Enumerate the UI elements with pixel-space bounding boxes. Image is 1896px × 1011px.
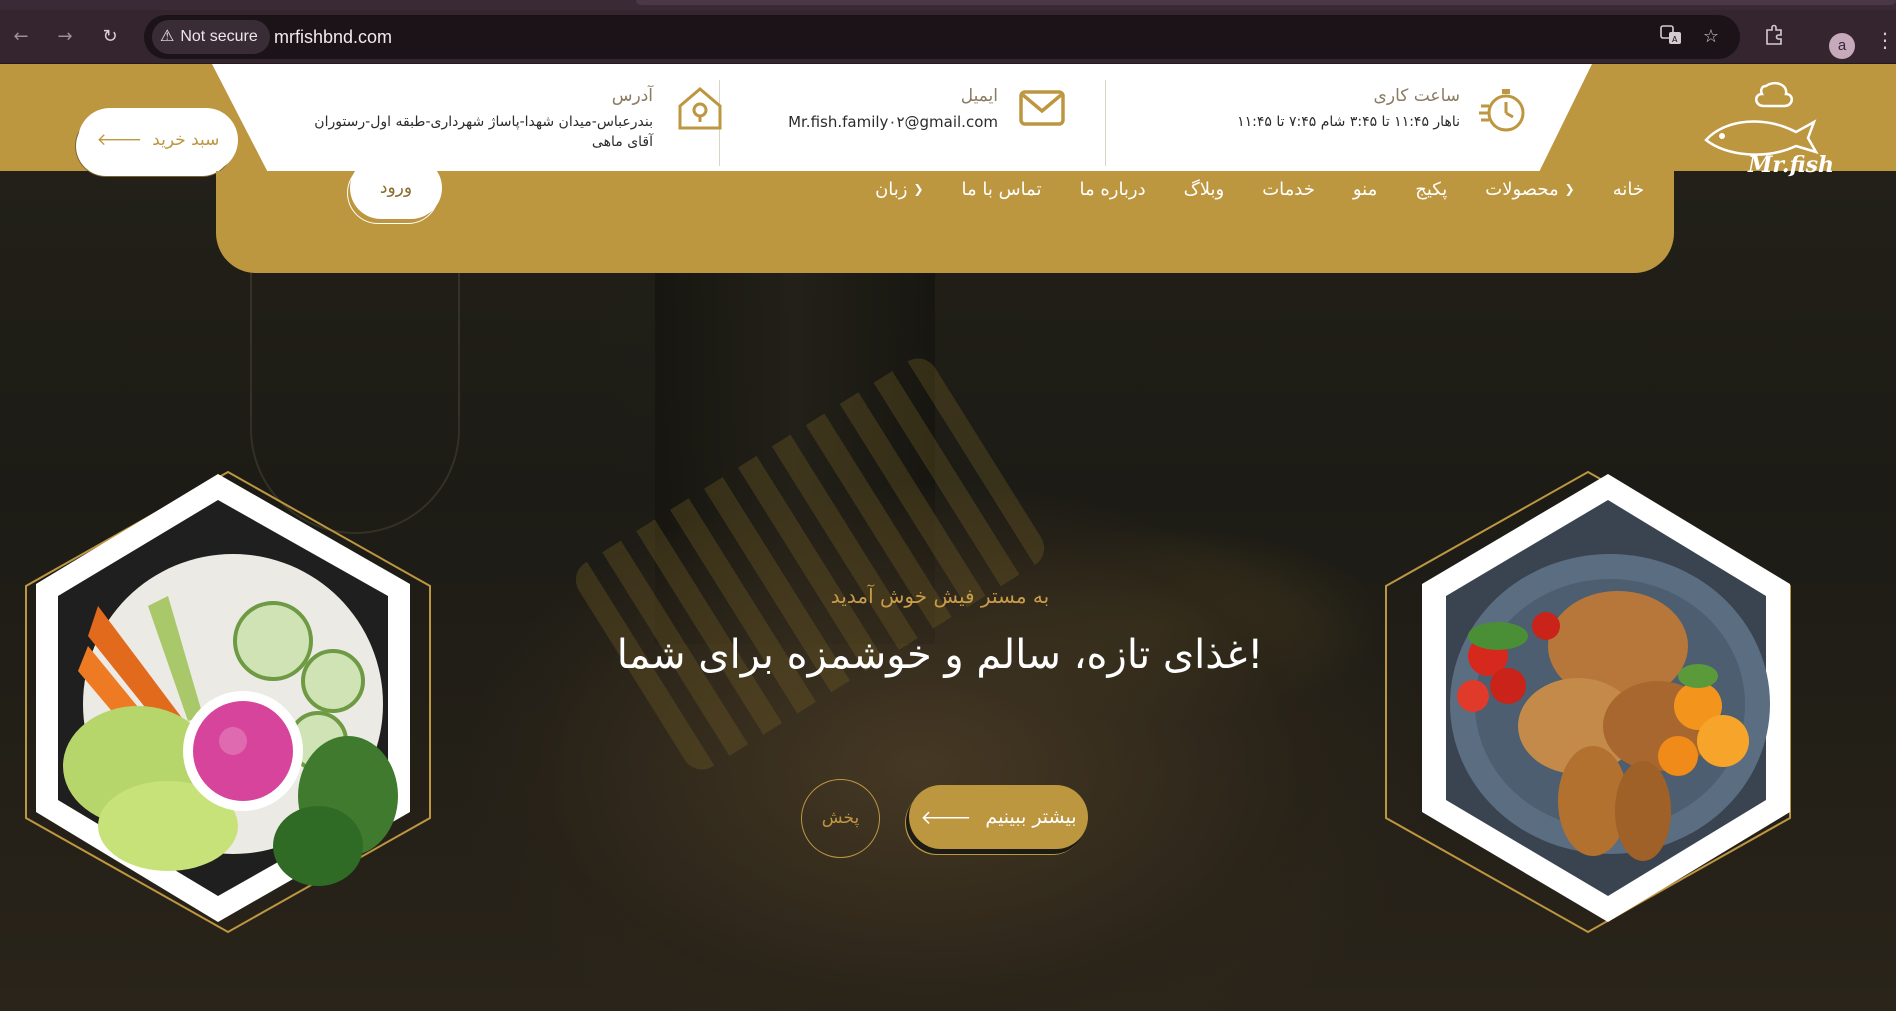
nav-item-products[interactable]: محصولات ❯ xyxy=(1485,179,1574,200)
cart-button[interactable]: 🡐 سبد خرید xyxy=(78,108,238,172)
hero-text-block: به مستر فیش خوش آمدید غذای تازه، سالم و … xyxy=(520,584,1360,678)
nav-item-blog[interactable]: وبلاگ xyxy=(1184,179,1225,200)
back-button[interactable]: ← xyxy=(8,24,34,50)
email-block: ایمیل Mr.fish.family۰۲@gmail.com xyxy=(752,72,1092,164)
translate-icon[interactable]: A xyxy=(1658,24,1684,50)
mrfish-logo[interactable]: Mr.fish xyxy=(1696,80,1836,180)
email-title: ایمیل xyxy=(960,86,998,106)
nav-item-language[interactable]: زبان ❯ xyxy=(875,179,923,200)
hexagon-image-left xyxy=(18,466,438,936)
nav-menu: خانه محصولات ❯ پکیج منو خدمات وبلاگ دربار… xyxy=(875,171,1644,207)
play-button[interactable]: پخش xyxy=(801,779,880,858)
active-tab-edge[interactable] xyxy=(636,0,1896,5)
main-navbar: خانه محصولات ❯ پکیج منو خدمات وبلاگ دربار… xyxy=(216,157,1674,273)
website-page: ساعت کاری ناهار ۱۱:۴۵ تا ۳:۴۵ شام ۷:۴۵ ت… xyxy=(0,64,1896,1011)
logo-text: Mr.fish xyxy=(1747,152,1834,178)
contact-info-panel: ساعت کاری ناهار ۱۱:۴۵ تا ۳:۴۵ شام ۷:۴۵ ت… xyxy=(212,64,1592,171)
address-bar[interactable]: ⚠ Not secure mrfishbnd.com A ☆ xyxy=(144,15,1740,59)
nav-item-contact[interactable]: تماس با ما xyxy=(962,179,1042,200)
profile-avatar[interactable]: a xyxy=(1829,33,1855,59)
chevron-down-icon: ❯ xyxy=(1564,182,1575,196)
hero-headline: غذای تازه، سالم و خوشمزه برای شما! xyxy=(616,632,1264,678)
address-text: بندرعباس-میدان شهدا-پاساژ شهرداری-طبقه ا… xyxy=(314,114,653,150)
nav-label: درباره ما xyxy=(1079,178,1146,200)
hours-text: ناهار ۱۱:۴۵ تا ۳:۴۵ شام ۷:۴۵ تا ۱۱:۴۵ xyxy=(1237,114,1460,130)
chevron-down-icon: ❯ xyxy=(913,182,924,196)
tab-strip xyxy=(0,0,1896,10)
home-location-icon xyxy=(672,84,728,140)
security-chip[interactable]: ⚠ Not secure xyxy=(152,20,270,54)
info-divider xyxy=(1105,80,1106,166)
nav-item-menu[interactable]: منو xyxy=(1353,179,1377,200)
working-hours-block: ساعت کاری ناهار ۱۱:۴۵ تا ۳:۴۵ شام ۷:۴۵ ت… xyxy=(1212,72,1532,164)
address-title: آدرس xyxy=(611,86,653,106)
stopwatch-icon xyxy=(1476,84,1532,140)
browser-toolbar: ← → ↻ ⚠ Not secure mrfishbnd.com A ☆ a ⋮ xyxy=(0,10,1896,64)
envelope-icon xyxy=(1014,84,1070,140)
forward-button[interactable]: → xyxy=(52,24,78,50)
svg-text:A: A xyxy=(1672,35,1678,44)
address-block: آدرس بندرعباس-میدان شهدا-پاساژ شهرداری-ط… xyxy=(248,72,722,164)
nav-item-package[interactable]: پکیج xyxy=(1415,179,1447,200)
login-button[interactable]: ورود xyxy=(350,157,442,219)
nav-label: وبلاگ xyxy=(1183,178,1225,200)
hours-title: ساعت کاری xyxy=(1373,86,1460,106)
hexagon-image-right xyxy=(1378,466,1798,936)
arrow-left-icon: 🡐 xyxy=(96,130,143,150)
nav-label: خدمات xyxy=(1262,178,1315,200)
arrow-left-icon: 🡐 xyxy=(920,806,972,829)
nav-label: منو xyxy=(1352,178,1378,200)
nav-item-about[interactable]: درباره ما xyxy=(1079,179,1145,200)
welcome-text: به مستر فیش خوش آمدید xyxy=(830,584,1050,608)
see-more-label: بیشتر ببینیم xyxy=(985,806,1077,828)
email-text[interactable]: Mr.fish.family۰۲@gmail.com xyxy=(788,112,998,132)
nav-label: تماس با ما xyxy=(961,178,1042,200)
cart-label: سبد خرید xyxy=(152,130,220,150)
warning-icon: ⚠ xyxy=(160,28,175,45)
nav-item-home[interactable]: خانه xyxy=(1613,179,1644,200)
header-topbar: ساعت کاری ناهار ۱۱:۴۵ تا ۳:۴۵ شام ۷:۴۵ ت… xyxy=(0,64,1896,178)
security-label: Not secure xyxy=(180,28,258,45)
see-more-button[interactable]: 🡐 بیشتر ببینیم xyxy=(909,785,1088,849)
menu-kebab-icon[interactable]: ⋮ xyxy=(1875,30,1895,50)
url-text[interactable]: mrfishbnd.com xyxy=(274,15,392,59)
nav-label: پکیج xyxy=(1415,178,1448,200)
nav-label: محصولات xyxy=(1485,178,1559,200)
bookmark-star-icon[interactable]: ☆ xyxy=(1698,24,1724,50)
extensions-icon[interactable] xyxy=(1760,24,1788,52)
nav-label: خانه xyxy=(1612,178,1644,200)
reload-button[interactable]: ↻ xyxy=(97,24,123,50)
nav-item-services[interactable]: خدمات xyxy=(1262,179,1315,200)
nav-label: زبان xyxy=(875,178,908,200)
